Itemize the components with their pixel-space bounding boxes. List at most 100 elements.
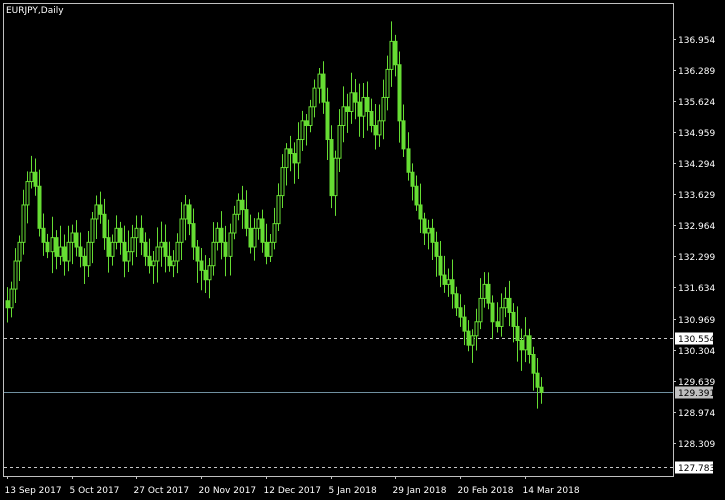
candle-body [159,241,164,248]
candle-body [219,227,224,243]
candle-body [288,148,293,155]
candle-body [495,321,500,327]
candle-body [486,283,491,304]
candle-body [296,139,301,164]
candle-body [62,246,67,262]
y-tick-label: 132.964 [678,222,715,232]
candle-body [147,255,152,267]
candle-body [236,199,241,215]
candle-body [438,255,443,276]
candle-body [66,241,71,262]
candle-body [21,204,26,243]
candle-body [365,96,370,112]
candle-body [527,335,532,355]
candle-body [54,237,59,257]
candle-body [511,311,516,327]
candle-body [482,283,487,299]
candle-body [102,213,107,239]
candle-body [171,260,176,267]
candle-body [207,265,212,281]
price-chart: EURJPY,Daily 130.554 129.391 127.783 136.95… [0,0,725,500]
candle-body [98,204,103,215]
candle-body [280,167,285,197]
y-tick-label: 131.634 [678,284,715,294]
candle-body [406,148,411,173]
candle-body [454,293,459,309]
candle-body [312,87,317,108]
candle-body [17,241,22,262]
price-badge-label: 127.783 [678,464,715,474]
candle-body [70,232,75,243]
candle-body [134,227,139,239]
candle-body [357,101,362,117]
y-tick-label: 130.969 [678,316,715,326]
candle-body [143,241,148,257]
candle-body [191,223,196,248]
candle-body [410,171,415,187]
candle-body [478,297,483,323]
candle-body [535,372,540,388]
candle-body [94,204,99,220]
candle-body [397,64,402,122]
candle-body [106,237,111,257]
candle-body [499,307,504,327]
candle-body [25,181,30,206]
candle-body [381,96,386,122]
candle-body [183,204,188,220]
candle-body [58,246,63,257]
y-tick-label: 136.289 [678,67,715,77]
x-tick-label: 20 Nov 2017 [199,486,257,496]
candle-body [163,241,168,257]
candle-body [211,241,216,267]
candle-body [284,148,289,169]
candle-body [155,246,160,262]
candle-body [304,120,309,127]
price-badge-label: 130.554 [678,335,715,345]
candle-body [252,227,257,248]
candle-body [228,232,233,257]
candle-body [426,227,431,234]
candle-body [126,251,131,262]
candle-body [195,246,200,262]
candle-body [401,120,406,150]
candle-body [264,241,269,257]
y-tick-label: 133.629 [678,191,715,201]
candle-body [325,101,330,141]
candle-body [385,68,390,98]
candle-body [78,246,83,257]
candle-body [515,325,520,341]
candle-body [223,241,228,257]
candle-body [240,199,245,211]
candle-body [353,92,358,103]
candle-body [139,227,144,243]
candle-body [114,227,119,243]
y-tick-label: 134.959 [678,129,715,139]
candle-body [490,302,495,323]
candle-body [470,335,475,346]
candle-body [474,321,479,337]
candle-body [446,279,451,285]
candle-body [389,40,394,70]
candle-body [29,171,34,183]
candle-body [418,204,423,220]
candle-body [373,125,378,136]
candle-body [458,307,463,318]
candle-body [244,209,249,229]
candle-body [74,232,79,248]
candle-body [300,120,305,141]
candle-body [33,171,38,187]
candle-body [151,260,156,267]
x-tick-label: 5 Jan 2018 [329,486,377,496]
candle-body [321,73,326,103]
candle-body [519,339,524,351]
x-tick-label: 12 Dec 2017 [264,486,322,496]
price-badge-label: 129.391 [678,389,715,399]
candle-body [523,335,528,351]
candle-body [9,288,14,309]
candle-body [308,106,313,127]
candle-body [86,241,91,267]
candle-body [82,255,87,267]
candle-body [333,157,338,197]
candle-body [430,227,435,243]
x-tick-label: 27 Oct 2017 [134,486,190,496]
